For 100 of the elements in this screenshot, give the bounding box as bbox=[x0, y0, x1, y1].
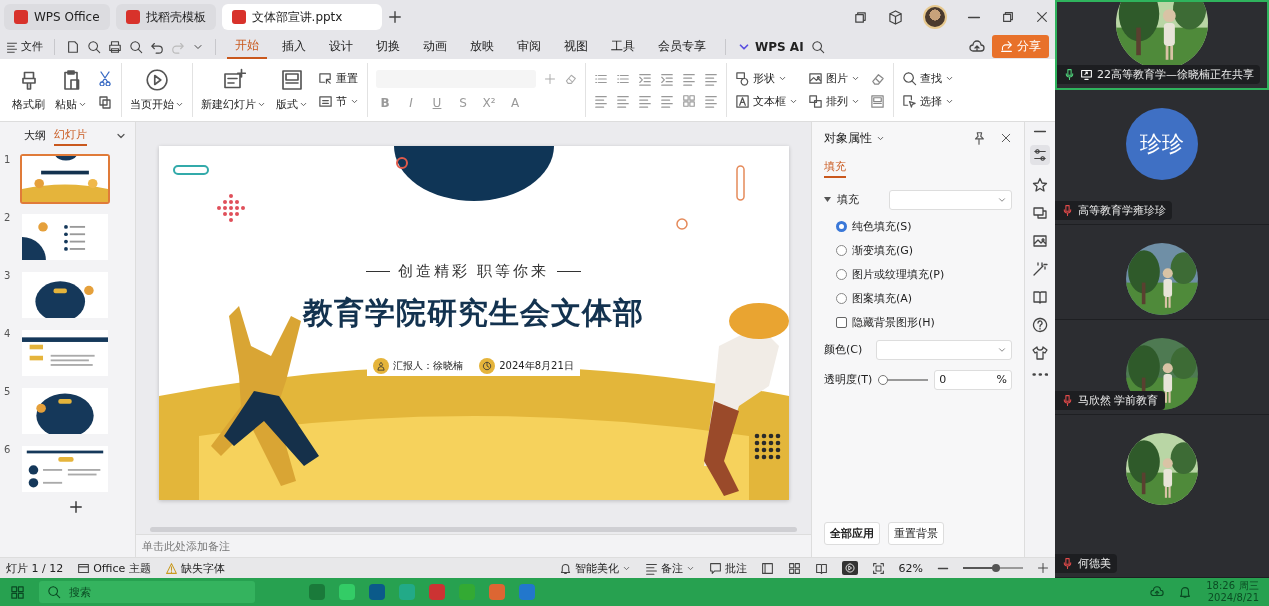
slide-number: 4 bbox=[4, 327, 12, 339]
ribbon-tab[interactable]: 审阅 bbox=[509, 35, 549, 59]
muted-mic-icon bbox=[1061, 394, 1074, 407]
more-icon bbox=[1032, 372, 1048, 376]
section-icon bbox=[318, 93, 333, 109]
transparency-field[interactable]: 0 % bbox=[934, 369, 1012, 390]
fill-option[interactable]: 图片或纹理填充(P) bbox=[836, 266, 1012, 282]
ribbon-button[interactable]: 排列 bbox=[808, 93, 860, 109]
beautify-button[interactable]: 智能美化 bbox=[558, 560, 631, 576]
zoom-in-icon bbox=[1037, 562, 1049, 575]
ribbon-button[interactable]: 节 bbox=[318, 93, 359, 109]
theme-button[interactable]: Office 主题 bbox=[77, 560, 151, 576]
grid-view-icon bbox=[787, 561, 801, 575]
ribbon-button[interactable]: 当页开始 bbox=[130, 67, 184, 112]
hide-background-checkbox[interactable]: 隐藏背景图形(H) bbox=[836, 314, 1012, 330]
fill-option[interactable]: 图案填充(A) bbox=[836, 290, 1012, 306]
window-tab[interactable]: 文体部宣讲.pptx bbox=[221, 4, 382, 31]
justify-icon bbox=[660, 93, 674, 108]
bell-icon bbox=[558, 561, 572, 575]
date-text: 2024年8月21日 bbox=[499, 358, 574, 373]
outdent-icon bbox=[638, 71, 652, 86]
align-center-icon bbox=[616, 93, 630, 108]
slide-thumbnail[interactable] bbox=[20, 385, 110, 436]
restore-icon bbox=[1001, 10, 1015, 25]
ai-button[interactable]: WPS AI bbox=[737, 39, 804, 54]
pin-button[interactable] bbox=[972, 131, 986, 146]
minimize-button[interactable] bbox=[967, 15, 981, 19]
add-slide-button[interactable] bbox=[68, 499, 83, 514]
ribbon-button[interactable]: 新建幻灯片 bbox=[201, 67, 266, 112]
screen-share-icon bbox=[1080, 68, 1093, 81]
window-tab[interactable]: 找稻壳模板 bbox=[115, 4, 216, 31]
cloud-upload-icon bbox=[969, 38, 985, 55]
ribbon-button[interactable]: 版式 bbox=[276, 67, 308, 112]
fill-option[interactable]: 渐变填充(G) bbox=[836, 242, 1012, 258]
save-icon bbox=[66, 39, 80, 54]
ribbon-button[interactable]: 粘贴 bbox=[55, 67, 87, 112]
color-dropdown[interactable] bbox=[876, 339, 1012, 360]
ribbon-button[interactable]: 选择 bbox=[902, 93, 954, 109]
scrollbar[interactable] bbox=[150, 526, 797, 532]
slide-thumbnail[interactable] bbox=[20, 153, 110, 204]
ribbon-tab[interactable]: 视图 bbox=[556, 35, 596, 59]
section-toggle[interactable]: 填充 bbox=[837, 192, 859, 208]
window-icon bbox=[853, 9, 868, 25]
ribbon-button[interactable]: 重置 bbox=[318, 70, 359, 86]
panel-title: 对象属性 bbox=[824, 129, 872, 147]
font-size-icon bbox=[544, 72, 556, 85]
slide-thumbnail[interactable] bbox=[20, 211, 110, 262]
new-tab-button[interactable] bbox=[387, 10, 402, 25]
participant-name: 22高等教育学—徐晓楠正在共享 bbox=[1097, 67, 1254, 82]
ribbon-button[interactable]: 图片 bbox=[808, 70, 860, 86]
warning-icon bbox=[164, 561, 178, 575]
reporter-text: 汇报人：徐晓楠 bbox=[393, 358, 464, 373]
close-button[interactable] bbox=[1035, 10, 1049, 25]
select-icon bbox=[902, 93, 917, 109]
restore-button[interactable] bbox=[1001, 10, 1015, 25]
video-tile[interactable]: 22高等教育学—徐晓楠正在共享 bbox=[1055, 0, 1269, 90]
fit-icon bbox=[871, 561, 885, 575]
panel-button[interactable]: 重置背景 bbox=[888, 522, 944, 546]
book-icon bbox=[1032, 288, 1048, 305]
ribbon-button[interactable]: 查找 bbox=[902, 70, 954, 86]
comments-button[interactable]: 批注 bbox=[708, 560, 747, 576]
ribbon-tab[interactable]: 放映 bbox=[462, 35, 502, 59]
app-logo-icon bbox=[231, 10, 246, 25]
close-button[interactable] bbox=[1000, 132, 1012, 145]
slide-thumbnail[interactable] bbox=[20, 327, 110, 378]
ribbon-tab[interactable]: 动画 bbox=[415, 35, 455, 59]
panel-tab[interactable]: 大纲 bbox=[24, 126, 46, 146]
notes-field[interactable]: 单击此处添加备注 bbox=[136, 534, 811, 558]
muted-mic-icon bbox=[1061, 557, 1074, 570]
reset-icon bbox=[318, 70, 333, 86]
panel-tab[interactable]: 填充 bbox=[824, 158, 846, 178]
window-tab[interactable]: WPS Office bbox=[4, 4, 110, 31]
fill-option[interactable]: 纯色填充(S) bbox=[836, 218, 1012, 234]
copy-button[interactable] bbox=[97, 93, 113, 110]
missing-font-button[interactable]: 缺失字体 bbox=[164, 560, 225, 576]
ribbon-tab[interactable]: 工具 bbox=[603, 35, 643, 59]
slideshow-button[interactable] bbox=[841, 561, 858, 576]
ribbon-tab[interactable]: 会员专享 bbox=[650, 35, 714, 59]
ribbon-button[interactable]: 文本框 bbox=[735, 93, 798, 109]
slide-thumbnail[interactable] bbox=[20, 269, 110, 320]
panel-button[interactable]: 全部应用 bbox=[824, 522, 880, 546]
file-menu[interactable]: 文件 bbox=[6, 39, 43, 55]
ribbon-button[interactable]: 格式刷 bbox=[12, 67, 45, 112]
slide-thumbnail[interactable] bbox=[20, 443, 110, 494]
ribbon-tab[interactable]: 切换 bbox=[368, 35, 408, 59]
ribbon-tab[interactable]: 插入 bbox=[274, 35, 314, 59]
ribbon-button[interactable]: 形状 bbox=[735, 70, 798, 86]
panel-tab[interactable]: 幻灯片 bbox=[54, 125, 87, 147]
properties-tool[interactable] bbox=[1030, 144, 1050, 165]
cut-button[interactable] bbox=[97, 69, 113, 86]
zoom-out-icon bbox=[937, 566, 949, 570]
normal-view-icon bbox=[760, 561, 774, 575]
reading-view-icon bbox=[814, 561, 828, 575]
zoom-level: 62% bbox=[898, 561, 923, 575]
user-avatar[interactable] bbox=[923, 5, 947, 30]
ribbon-tab[interactable]: 设计 bbox=[321, 35, 361, 59]
notes-button[interactable]: 备注 bbox=[644, 560, 695, 576]
print-icon bbox=[108, 39, 122, 54]
play-icon bbox=[145, 67, 169, 92]
search-field[interactable]: 搜索 bbox=[39, 581, 255, 603]
